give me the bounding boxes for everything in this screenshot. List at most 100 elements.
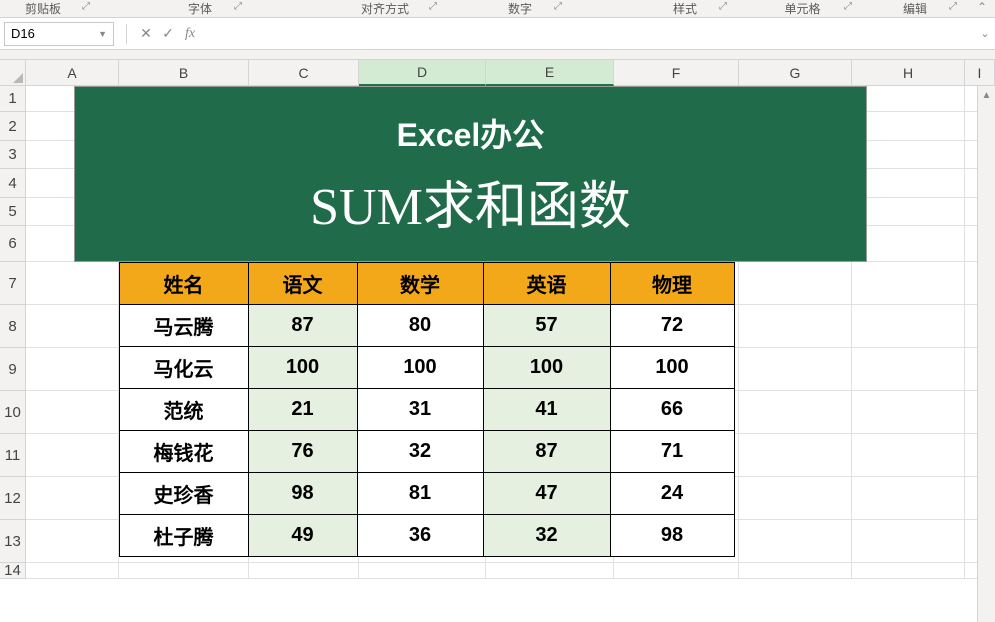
row-header[interactable]: 13	[0, 520, 26, 563]
cell[interactable]	[739, 563, 852, 579]
table-header-cell[interactable]: 英语	[483, 262, 611, 305]
cell[interactable]	[26, 348, 119, 391]
cell[interactable]	[852, 520, 965, 563]
row-header[interactable]: 4	[0, 169, 26, 198]
table-cell[interactable]: 47	[483, 472, 611, 515]
table-cell[interactable]: 马化云	[119, 346, 249, 389]
table-cell[interactable]: 31	[357, 388, 484, 431]
column-header[interactable]: G	[739, 60, 852, 86]
cell[interactable]	[614, 563, 739, 579]
row-header[interactable]: 5	[0, 198, 26, 226]
row-header[interactable]: 3	[0, 141, 26, 169]
cell[interactable]	[359, 563, 486, 579]
cell[interactable]	[739, 434, 852, 477]
cell[interactable]	[249, 563, 359, 579]
table-cell[interactable]: 32	[357, 430, 484, 473]
select-all-button[interactable]	[0, 60, 26, 86]
cell[interactable]	[26, 563, 119, 579]
table-cell[interactable]: 杜子腾	[119, 514, 249, 557]
name-box[interactable]: D16 ▼	[4, 22, 114, 46]
cell[interactable]	[739, 477, 852, 520]
table-header-cell[interactable]: 数学	[357, 262, 484, 305]
cell[interactable]	[852, 348, 965, 391]
cell[interactable]	[852, 391, 965, 434]
cell[interactable]	[26, 391, 119, 434]
formula-input[interactable]	[201, 22, 975, 46]
table-cell[interactable]: 66	[610, 388, 735, 431]
cell[interactable]	[852, 141, 965, 169]
table-cell[interactable]: 71	[610, 430, 735, 473]
cell[interactable]	[26, 305, 119, 348]
table-cell[interactable]: 24	[610, 472, 735, 515]
expand-formula-bar-icon[interactable]: ⌄	[975, 27, 995, 40]
table-cell[interactable]: 72	[610, 304, 735, 347]
cell[interactable]	[486, 563, 614, 579]
cell[interactable]	[26, 520, 119, 563]
cell[interactable]	[852, 169, 965, 198]
cell[interactable]	[852, 86, 965, 112]
table-cell[interactable]: 76	[248, 430, 358, 473]
table-cell[interactable]: 21	[248, 388, 358, 431]
cell[interactable]	[26, 477, 119, 520]
cell[interactable]	[852, 563, 965, 579]
column-header[interactable]: F	[614, 60, 739, 86]
column-header[interactable]: E	[486, 60, 614, 86]
table-cell[interactable]: 80	[357, 304, 484, 347]
cell[interactable]	[852, 198, 965, 226]
table-cell[interactable]: 范统	[119, 388, 249, 431]
table-cell[interactable]: 史珍香	[119, 472, 249, 515]
table-cell[interactable]: 57	[483, 304, 611, 347]
table-cell[interactable]: 81	[357, 472, 484, 515]
enter-icon[interactable]: ✓	[157, 25, 179, 42]
column-header[interactable]: C	[249, 60, 359, 86]
table-header-cell[interactable]: 姓名	[119, 262, 249, 305]
scroll-up-icon[interactable]: ▲	[978, 86, 995, 104]
cell[interactable]	[119, 563, 249, 579]
row-header[interactable]: 12	[0, 477, 26, 520]
cell[interactable]	[739, 391, 852, 434]
table-cell[interactable]: 100	[248, 346, 358, 389]
cell[interactable]	[852, 434, 965, 477]
table-cell[interactable]: 梅钱花	[119, 430, 249, 473]
cell[interactable]	[852, 477, 965, 520]
table-cell[interactable]: 马云腾	[119, 304, 249, 347]
table-cell[interactable]: 100	[483, 346, 611, 389]
cell[interactable]	[852, 226, 965, 262]
table-cell[interactable]: 49	[248, 514, 358, 557]
column-header[interactable]: A	[26, 60, 119, 86]
table-cell[interactable]: 36	[357, 514, 484, 557]
dialog-launcher-icon[interactable]: ⤢	[234, 1, 242, 12]
row-header[interactable]: 7	[0, 262, 26, 305]
vertical-scrollbar[interactable]: ▲	[977, 86, 995, 622]
column-header[interactable]: D	[359, 60, 486, 86]
cell[interactable]	[852, 305, 965, 348]
cell[interactable]	[739, 348, 852, 391]
table-cell[interactable]: 87	[483, 430, 611, 473]
table-cell[interactable]: 87	[248, 304, 358, 347]
cell[interactable]	[26, 434, 119, 477]
row-header[interactable]: 11	[0, 434, 26, 477]
row-header[interactable]: 14	[0, 563, 26, 579]
cell[interactable]	[852, 262, 965, 305]
dialog-launcher-icon[interactable]: ⤢	[719, 1, 727, 12]
cells-area[interactable]: Excel办公 SUM求和函数 姓名语文数学英语物理马云腾87805772马化云…	[26, 86, 995, 579]
table-header-cell[interactable]: 语文	[248, 262, 358, 305]
table-cell[interactable]: 98	[610, 514, 735, 557]
column-header[interactable]: B	[119, 60, 249, 86]
cell[interactable]	[26, 262, 119, 305]
table-cell[interactable]: 100	[357, 346, 484, 389]
column-header[interactable]: I	[965, 60, 995, 86]
dialog-launcher-icon[interactable]: ⤢	[82, 1, 90, 12]
dialog-launcher-icon[interactable]: ⤢	[844, 1, 852, 12]
row-header[interactable]: 6	[0, 226, 26, 262]
cell[interactable]	[739, 305, 852, 348]
row-header[interactable]: 1	[0, 86, 26, 112]
insert-function-icon[interactable]: fx	[179, 26, 201, 42]
collapse-ribbon-icon[interactable]: ⌃	[977, 0, 987, 14]
table-cell[interactable]: 98	[248, 472, 358, 515]
table-cell[interactable]: 32	[483, 514, 611, 557]
row-header[interactable]: 2	[0, 112, 26, 141]
cell[interactable]	[852, 112, 965, 141]
cell[interactable]	[739, 520, 852, 563]
column-header[interactable]: H	[852, 60, 965, 86]
